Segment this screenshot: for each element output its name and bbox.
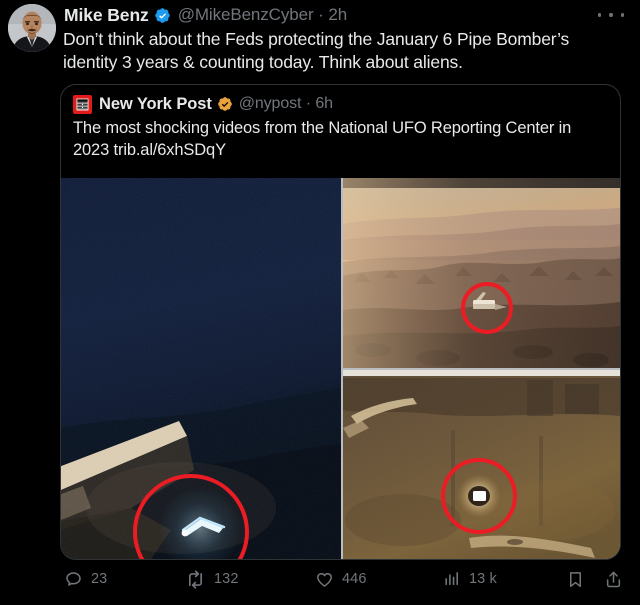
verified-gold-badge-icon xyxy=(217,97,232,111)
action-bar: 23 132 446 13 k xyxy=(0,566,640,596)
media-right-column xyxy=(343,178,620,559)
avatar[interactable] xyxy=(8,4,56,52)
author-handle: @MikeBenzCyber xyxy=(177,5,314,24)
media-item-top-right[interactable] xyxy=(343,178,620,368)
red-circle-highlight xyxy=(441,457,517,534)
media-item-bottom-right[interactable] xyxy=(343,369,620,559)
repost-count: 132 xyxy=(214,571,239,587)
tweet-post[interactable]: Mike Benz @MikeBenzCyber · 2h Don’t thin… xyxy=(0,0,640,605)
author-display-name: Mike Benz xyxy=(64,4,149,25)
retweet-icon xyxy=(188,569,203,589)
separator: · xyxy=(318,5,324,24)
desert-canyon-ufo-photo xyxy=(343,178,620,368)
repost-button[interactable]: 132 xyxy=(185,566,239,592)
tweet-body-text: Don’t think about the Feds protecting th… xyxy=(63,29,570,72)
more-options-button[interactable] xyxy=(598,6,624,24)
quoted-handle-and-time: @nypost · 6h xyxy=(239,95,333,113)
author-identity[interactable]: Mike Benz @MikeBenzCyber · 2h xyxy=(64,4,347,26)
quoted-author-identity[interactable]: New York Post @nypost · 6h xyxy=(73,93,333,115)
tweet-header: Mike Benz @MikeBenzCyber · 2h Don’t thin… xyxy=(0,0,640,78)
red-circle-highlight xyxy=(461,282,513,334)
new-york-post-logo-icon xyxy=(73,94,92,114)
dot-icon xyxy=(620,13,624,17)
author-handle-and-time: @MikeBenzCyber · 2h xyxy=(178,5,347,25)
quoted-timestamp: 6h xyxy=(315,95,333,112)
comment-icon xyxy=(66,571,81,586)
dot-icon xyxy=(609,13,613,17)
quoted-tweet-card[interactable]: New York Post @nypost · 6h The most shoc… xyxy=(60,84,621,560)
dot-icon xyxy=(598,13,602,17)
bookmark-button[interactable] xyxy=(566,566,593,592)
reply-button[interactable]: 23 xyxy=(64,566,107,592)
quoted-author-display-name: New York Post xyxy=(99,94,212,113)
media-grid xyxy=(61,178,620,559)
media-item-left[interactable] xyxy=(61,178,341,559)
like-button[interactable]: 446 xyxy=(315,566,367,592)
reply-count: 23 xyxy=(91,571,108,587)
bookmark-icon xyxy=(569,571,582,587)
views-count: 13 k xyxy=(469,571,497,587)
heart-icon xyxy=(317,572,332,587)
analytics-icon xyxy=(445,572,458,585)
quoted-author-handle: @nypost xyxy=(238,95,302,112)
share-button[interactable] xyxy=(604,566,631,592)
share-icon xyxy=(606,571,621,587)
views-button[interactable]: 13 k xyxy=(443,566,497,592)
timestamp: 2h xyxy=(328,5,348,24)
profile-photo-icon xyxy=(8,4,56,52)
separator: · xyxy=(305,95,311,112)
verified-blue-badge-icon xyxy=(154,7,170,23)
quoted-body-text: The most shocking videos from the Nation… xyxy=(73,119,572,159)
like-count: 446 xyxy=(342,571,367,587)
